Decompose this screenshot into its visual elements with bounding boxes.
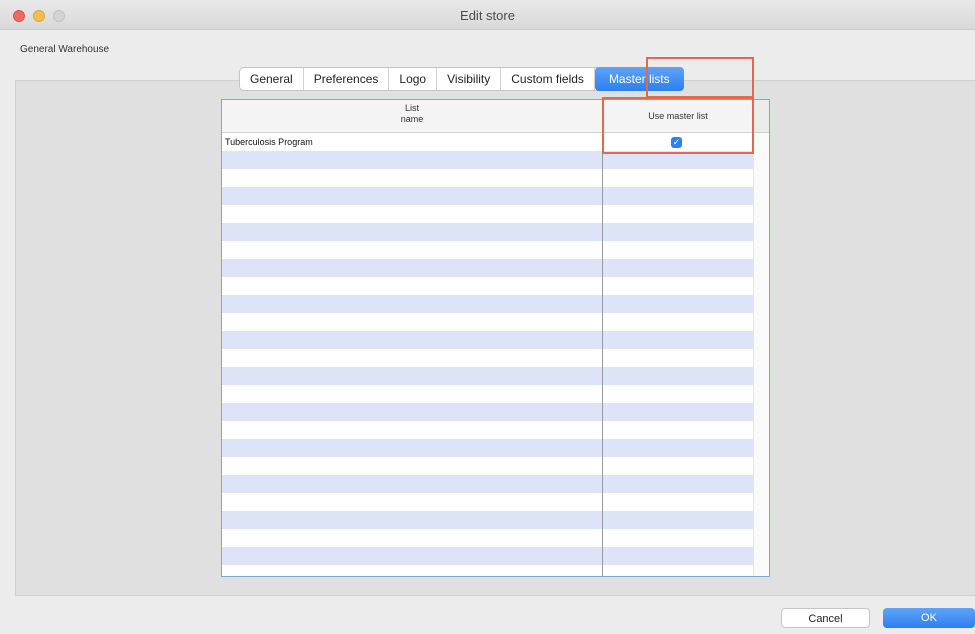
use-master-list-cell <box>603 259 753 277</box>
edit-store-window: Edit store General Warehouse General Pre… <box>0 0 975 634</box>
list-name-cell <box>222 313 603 331</box>
use-master-list-cell <box>603 421 753 439</box>
table-body: Tuberculosis Program ✓ <box>222 133 753 576</box>
list-name-cell <box>222 475 603 493</box>
list-name-cell <box>222 277 603 295</box>
use-master-list-cell <box>603 547 753 565</box>
use-master-list-cell <box>603 151 753 169</box>
column-header-list-name[interactable]: List name <box>222 100 603 132</box>
table-row-empty <box>222 457 753 475</box>
list-name-cell <box>222 295 603 313</box>
list-name-cell <box>222 493 603 511</box>
vertical-scrollbar[interactable] <box>753 133 769 576</box>
use-master-list-cell <box>603 277 753 295</box>
table-row-empty <box>222 403 753 421</box>
column-header-use-master-list[interactable]: Use master list <box>603 100 753 132</box>
use-master-list-cell <box>603 475 753 493</box>
table-row-empty <box>222 151 753 169</box>
title-bar: Edit store <box>0 0 975 30</box>
table-row-empty <box>222 259 753 277</box>
table-row-empty <box>222 475 753 493</box>
column-header-list-name-line1: List <box>404 103 419 113</box>
use-master-list-cell: ✓ <box>603 133 753 151</box>
list-name-cell <box>222 547 603 565</box>
master-lists-table: List name Use master list Tuberculosis P… <box>221 99 770 577</box>
use-master-list-cell <box>603 349 753 367</box>
cancel-button[interactable]: Cancel <box>781 608 870 628</box>
use-master-list-cell <box>603 331 753 349</box>
tab-visibility[interactable]: Visibility <box>437 68 502 90</box>
table-row[interactable]: Tuberculosis Program ✓ <box>222 133 753 151</box>
table-row-empty <box>222 565 753 576</box>
use-master-list-cell <box>603 403 753 421</box>
list-name-cell <box>222 565 603 576</box>
tab-logo[interactable]: Logo <box>389 68 438 90</box>
use-master-list-cell <box>603 529 753 547</box>
tab-master-lists[interactable]: Master lists <box>594 67 684 91</box>
table-row-empty <box>222 295 753 313</box>
list-name-cell <box>222 205 603 223</box>
table-row-empty <box>222 439 753 457</box>
use-master-list-cell <box>603 385 753 403</box>
list-name-cell <box>222 331 603 349</box>
tab-bar: General Preferences Logo Visibility Cust… <box>239 67 684 91</box>
table-row-empty <box>222 367 753 385</box>
list-name-cell <box>222 529 603 547</box>
table-row-empty <box>222 277 753 295</box>
use-master-list-cell <box>603 223 753 241</box>
tab-custom-fields[interactable]: Custom fields <box>501 68 595 90</box>
use-master-list-cell <box>603 565 753 576</box>
list-name-cell <box>222 511 603 529</box>
table-row-empty <box>222 313 753 331</box>
list-name-cell <box>222 169 603 187</box>
table-row-empty <box>222 493 753 511</box>
list-name-cell <box>222 457 603 475</box>
table-row-empty <box>222 205 753 223</box>
list-name-cell: Tuberculosis Program <box>222 133 603 151</box>
list-name-cell <box>222 439 603 457</box>
use-master-list-cell <box>603 457 753 475</box>
table-row-empty <box>222 547 753 565</box>
tab-preferences[interactable]: Preferences <box>304 68 390 90</box>
ok-button[interactable]: OK <box>883 608 975 628</box>
list-name-cell <box>222 367 603 385</box>
use-master-list-checkbox[interactable]: ✓ <box>671 137 682 148</box>
store-name: General Warehouse <box>20 44 110 55</box>
header-corner <box>753 100 769 132</box>
use-master-list-cell <box>603 439 753 457</box>
list-name-cell <box>222 259 603 277</box>
use-master-list-cell <box>603 187 753 205</box>
table-header: List name Use master list <box>222 100 769 133</box>
table-row-empty <box>222 169 753 187</box>
table-row-empty <box>222 223 753 241</box>
table-row-empty <box>222 331 753 349</box>
use-master-list-cell <box>603 367 753 385</box>
list-name-cell <box>222 349 603 367</box>
table-row-empty <box>222 187 753 205</box>
list-name-cell <box>222 223 603 241</box>
table-row-empty <box>222 529 753 547</box>
list-name-cell <box>222 187 603 205</box>
column-header-list-name-line2: name <box>400 114 424 124</box>
list-name-cell <box>222 421 603 439</box>
table-row-empty <box>222 241 753 259</box>
list-name-cell <box>222 241 603 259</box>
list-name-cell <box>222 403 603 421</box>
use-master-list-cell <box>603 205 753 223</box>
use-master-list-cell <box>603 241 753 259</box>
use-master-list-cell <box>603 493 753 511</box>
table-row-empty <box>222 385 753 403</box>
table-row-empty <box>222 349 753 367</box>
list-name-cell <box>222 151 603 169</box>
use-master-list-cell <box>603 169 753 187</box>
tab-general[interactable]: General <box>240 68 304 90</box>
table-row-empty <box>222 421 753 439</box>
list-name-cell <box>222 385 603 403</box>
use-master-list-cell <box>603 511 753 529</box>
table-row-empty <box>222 511 753 529</box>
window-title: Edit store <box>460 8 515 23</box>
use-master-list-cell <box>603 295 753 313</box>
use-master-list-cell <box>603 313 753 331</box>
